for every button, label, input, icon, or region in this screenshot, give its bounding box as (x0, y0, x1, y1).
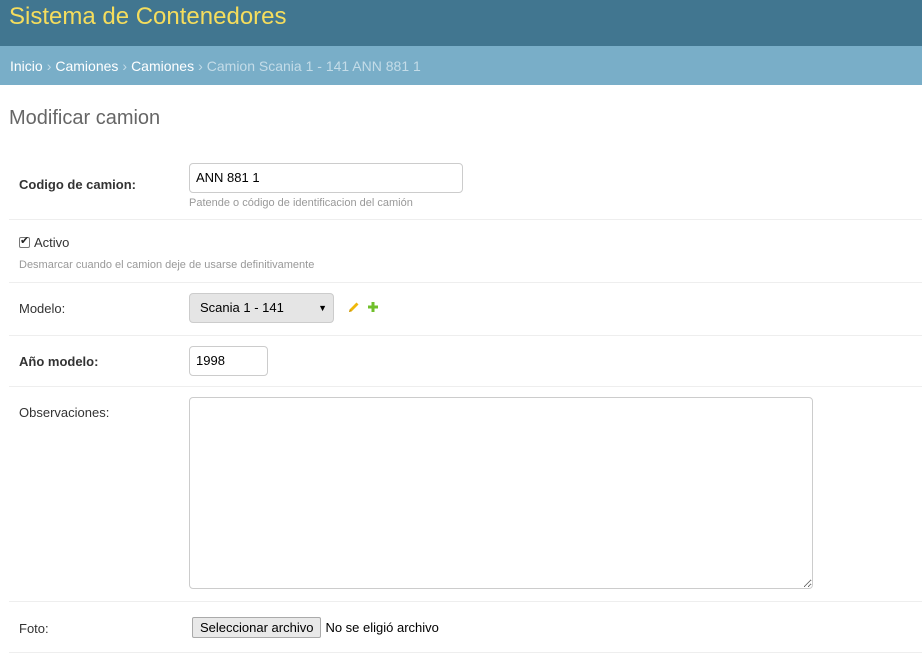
activo-label[interactable]: Activo (34, 235, 69, 250)
main-content: Modificar camion Codigo de camion: ANN 8… (0, 85, 922, 653)
form-row-modelo: Modelo: Scania 1 - 141 ▼ (9, 283, 922, 336)
breadcrumb-current: Camion Scania 1 - 141 ANN 881 1 (206, 58, 421, 74)
codigo-label: Codigo de camion: (19, 177, 136, 192)
breadcrumb-camiones-app[interactable]: Camiones (55, 58, 118, 74)
form-row-codigo: Codigo de camion: ANN 881 1 Patende o có… (9, 156, 922, 220)
observaciones-textarea[interactable] (189, 397, 813, 589)
plus-icon[interactable] (367, 301, 379, 316)
change-form: Codigo de camion: ANN 881 1 Patende o có… (9, 156, 922, 653)
checkmark-icon: ✔ (20, 235, 30, 247)
breadcrumb-separator: › (46, 58, 52, 74)
chevron-down-icon: ▼ (318, 303, 327, 313)
header: Sistema de Contenedores (0, 0, 922, 46)
modelo-select[interactable]: Scania 1 - 141 ▼ (189, 293, 334, 323)
pencil-icon[interactable] (348, 301, 360, 316)
activo-help: Desmarcar cuando el camion deje de usars… (19, 259, 315, 271)
breadcrumb: Inicio › Camiones › Camiones › Camion Scania 1… (0, 46, 922, 85)
modelo-label: Modelo: (19, 301, 66, 316)
file-status: No se eligió archivo (325, 620, 439, 635)
activo-checkbox[interactable]: ✔ (19, 235, 30, 248)
page-title: Modificar camion (9, 107, 161, 129)
breadcrumb-separator: › (198, 58, 203, 74)
site-name[interactable]: Sistema de Contenedores (9, 5, 287, 29)
form-row-observaciones: Observaciones: (9, 387, 922, 602)
anio-label: Año modelo: (19, 354, 99, 369)
form-row-activo: ✔ Activo Desmarcar cuando el camion deje … (9, 220, 922, 283)
codigo-help: Patende o código de identificacion del c… (189, 197, 413, 209)
observaciones-label: Observaciones: (19, 405, 110, 420)
anio-input[interactable]: 1998 (189, 346, 268, 376)
codigo-input[interactable]: ANN 881 1 (189, 163, 463, 193)
breadcrumb-camiones-model[interactable]: Camiones (131, 58, 194, 74)
select-file-button[interactable]: Seleccionar archivo (192, 617, 322, 638)
modelo-selected-value: Scania 1 - 141 (200, 300, 284, 315)
form-row-anio: Año modelo: 1998 (9, 336, 922, 387)
form-row-foto: Foto: Seleccionar archivo No se eligió ar… (9, 602, 922, 653)
breadcrumb-inicio[interactable]: Inicio (10, 58, 43, 74)
breadcrumb-separator: › (122, 58, 128, 74)
foto-label: Foto: (19, 621, 49, 636)
